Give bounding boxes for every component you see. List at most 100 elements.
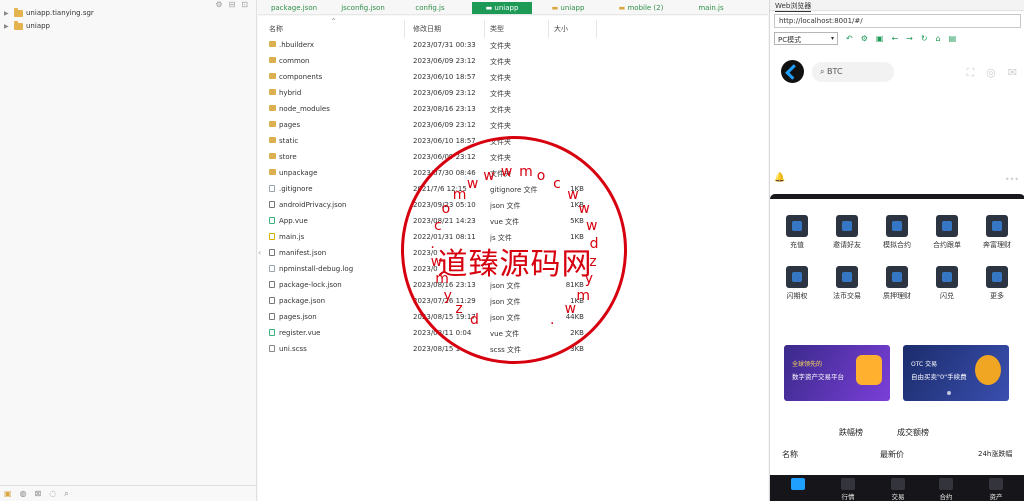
file-row[interactable]: .hbuilderx 2023/07/31 00:33 文件夹 [258,37,598,53]
grid-item-sim-contract[interactable]: 模拟合约 [874,215,920,250]
app-search-input[interactable]: ⌕ BTC [812,62,894,82]
banner-otc[interactable]: OTC 交易 自由买卖"0"手续费 [903,345,1009,401]
nav-trade[interactable]: 交易 [888,478,908,501]
grid-item-more[interactable]: 更多 [974,266,1020,301]
app-logo[interactable] [781,60,804,83]
scan-icon[interactable]: ⛶ [966,66,974,80]
column-date[interactable]: 修改日期 [413,24,441,34]
collapse-icon[interactable]: ⊟ [229,0,236,9]
file-row[interactable]: manifest.json 2023/0 [258,245,598,261]
refresh-icon[interactable]: ↻ [921,34,928,43]
back-icon[interactable]: ← [891,34,898,43]
split-icon[interactable]: ⊡ [241,0,248,9]
tab-losers[interactable]: 跌幅榜 [839,427,863,438]
home-icon[interactable]: ⌂ [936,34,941,43]
column-divider[interactable] [596,20,597,38]
url-input[interactable]: http://localhost:8001/#/ [774,14,1021,28]
file-row[interactable]: static 2023/06/10 18:57 文件夹 [258,133,598,149]
file-row[interactable]: androidPrivacy.json 2023/09/23 05:10 json … [258,197,598,213]
forward-icon[interactable]: → [906,34,913,43]
devtools-icon[interactable]: ▤ [949,34,957,43]
file-row[interactable]: components 2023/06/10 18:57 文件夹 [258,69,598,85]
grid-item-finance[interactable]: 奔富理财 [974,215,1020,250]
mode-select[interactable]: PC模式 ▾ [774,31,838,45]
screenshot-icon[interactable]: ▣ [876,34,884,43]
banner-line-2: 自由买卖"0"手续费 [911,373,967,381]
tab-uniapp[interactable]: ▬ uniapp [548,2,588,14]
file-row[interactable]: App.vue 2023/08/21 14:23 vue 文件 5KB [258,213,598,229]
undo-icon[interactable]: ↶ [846,34,853,43]
column-type[interactable]: 类型 [490,24,504,34]
file-row[interactable]: unpackage 2023/07/30 08:46 文件夹 [258,165,598,181]
file-row[interactable]: pages 2023/06/09 23:12 文件夹 [258,117,598,133]
plugin-icon[interactable]: ◍ [20,489,27,498]
grid-item-copy-trade[interactable]: 合约跟单 [924,215,970,250]
file-name: components [279,73,323,81]
more-dots-icon[interactable]: ••• [1005,175,1019,184]
settings-icon[interactable]: ⚙ [215,0,222,9]
file-row[interactable]: register.vue 2023/08/11 0:04 vue 文件 2KB [258,325,598,341]
debug-icon[interactable]: ⚙ [861,34,868,43]
file-type: json 文件 [490,202,521,210]
file-row[interactable]: main.js 2022/01/31 08:11 js 文件 1KB [258,229,598,245]
file-row[interactable]: uni.scss 2023/08/15 1 scss 文件 3KB [258,341,598,357]
file-date: 2023/08/21 14:23 [413,217,476,225]
file-row[interactable]: npminstall-debug.log 2023/0 [258,261,598,277]
nav-home[interactable] [788,478,808,491]
file-row[interactable]: package-lock.json 2023/08/16 23:13 json 文件… [258,277,598,293]
column-divider[interactable] [404,20,405,38]
splitter-handle-icon[interactable]: ‹ [258,248,261,257]
nav-assets[interactable]: 资产 [986,478,1006,501]
file-type: vue 文件 [490,330,520,338]
chevron-right-icon[interactable]: ▶ [4,10,11,17]
chevron-right-icon[interactable]: ▶ [4,23,11,30]
file-size: 44KB [565,313,584,321]
file-name: androidPrivacy.json [279,201,347,209]
column-divider[interactable] [548,20,549,38]
box-icon[interactable]: ⊠ [35,489,42,498]
tab-config-js[interactable]: config.js [410,2,450,14]
browser-title[interactable]: Web浏览器 [775,1,812,12]
folder-icon [269,89,276,95]
tab-label: uniapp [560,4,585,12]
tab-volume[interactable]: 成交额榜 [897,427,929,438]
tab-uniapp-active[interactable]: ▬ uniapp [472,2,532,14]
file-row[interactable]: .gitignore 2021/7/6 12:15 gitignore 文件 1KB [258,181,598,197]
file-row[interactable]: hybrid 2023/06/09 23:12 文件夹 [258,85,598,101]
tab-jsconfig-json[interactable]: jsconfig.json [338,2,388,14]
folder-icon[interactable]: ▣ [4,489,12,498]
file-row[interactable]: node_modules 2023/08/16 23:13 文件夹 [258,101,598,117]
chat-icon[interactable]: ◌ [49,489,56,498]
headset-icon[interactable]: ◎ [986,66,996,80]
column-size[interactable]: 大小 [554,24,568,34]
grid-item-staking[interactable]: 质押理财 [874,266,920,301]
grid-item-swap[interactable]: 闪兑 [924,266,970,301]
grid-item-recharge[interactable]: 充值 [774,215,820,250]
column-divider[interactable] [484,20,485,38]
nav-market[interactable]: 行情 [838,478,858,501]
file-row[interactable]: store 2023/06/09 23:12 文件夹 [258,149,598,165]
grid-item-flash-option[interactable]: 闪期权 [774,266,820,301]
project-tree-panel: ⚙ ⊟ ⊡ ▶ uniapp.tianying.sgr ▶ uniapp ▣ ◍… [0,0,257,501]
folder-icon [269,57,276,63]
tab-gainers[interactable]: 涨幅榜 [782,427,806,438]
tree-item-project[interactable]: ▶ uniapp.tianying.sgr [4,7,94,19]
header-change: 24h涨跌幅 [978,450,1013,458]
tab-package-json[interactable]: package.json [268,2,320,14]
file-type: 文件夹 [490,106,511,114]
file-row[interactable]: package.json 2023/07/26 11:29 json 文件 1KB [258,293,598,309]
sort-ascending-icon[interactable]: ^ [331,18,336,25]
bell-icon[interactable]: 🔔 [774,173,785,183]
tree-item-uniapp[interactable]: ▶ uniapp [4,20,50,32]
search-icon[interactable]: ⌕ [64,489,68,498]
tab-mobile[interactable]: ▬ mobile (2) [616,2,666,14]
column-name[interactable]: 名称 [269,24,283,34]
tab-main-js[interactable]: main.js [696,2,726,14]
grid-item-invite[interactable]: 邀请好友 [824,215,870,250]
message-icon[interactable]: ✉ [1008,66,1017,80]
banner-platform[interactable]: 全球领先的 数字资产交易平台 [784,345,890,401]
file-row[interactable]: common 2023/06/09 23:12 文件夹 [258,53,598,69]
nav-contract[interactable]: 合约 [936,478,956,501]
file-row[interactable]: pages.json 2023/08/15 19:17 json 文件 44KB [258,309,598,325]
grid-item-fiat[interactable]: 法币交易 [824,266,870,301]
